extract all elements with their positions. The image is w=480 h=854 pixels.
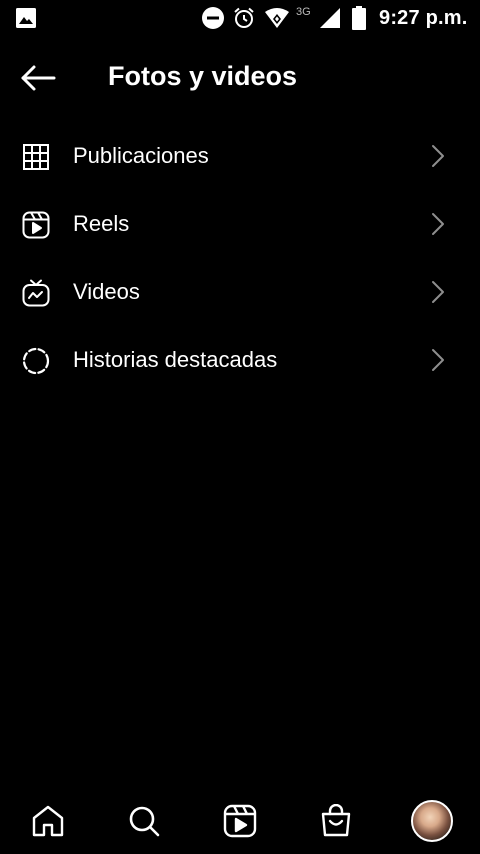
chevron-right-icon	[428, 348, 448, 372]
status-bar: 3G 9:27 p.m.	[0, 0, 480, 36]
search-icon	[129, 806, 160, 837]
chevron-right-icon	[428, 212, 448, 236]
wifi-icon	[264, 0, 290, 36]
nav-profile-button[interactable]	[402, 788, 462, 854]
igtv-icon	[22, 279, 50, 307]
menu-item-label: Historias destacadas	[73, 347, 278, 372]
shop-icon	[321, 804, 351, 837]
menu-item-label: Publicaciones	[73, 143, 209, 168]
menu-list: Publicaciones Reels Videos Historias des…	[0, 122, 480, 394]
header: Fotos y videos	[0, 48, 480, 108]
nav-shop-button[interactable]	[306, 788, 366, 854]
reels-icon	[22, 211, 50, 239]
chevron-right-icon	[428, 280, 448, 304]
avatar	[411, 800, 453, 842]
menu-item-videos[interactable]: Videos	[0, 258, 480, 326]
do-not-disturb-icon	[201, 0, 225, 36]
network-type-label: 3G	[296, 6, 311, 18]
alarm-icon	[232, 0, 256, 36]
grid-icon	[22, 143, 50, 171]
menu-item-label: Reels	[73, 211, 130, 236]
nav-search-button[interactable]	[114, 788, 174, 854]
battery-icon	[352, 0, 366, 36]
menu-item-publicaciones[interactable]: Publicaciones	[0, 122, 480, 190]
arrow-left-icon	[21, 65, 56, 91]
menu-item-reels[interactable]: Reels	[0, 190, 480, 258]
page-title: Fotos y videos	[108, 61, 298, 91]
menu-item-historias-destacadas[interactable]: Historias destacadas	[0, 326, 480, 394]
nav-reels-button[interactable]	[210, 788, 270, 854]
signal-icon	[319, 0, 341, 36]
chevron-right-icon	[428, 144, 448, 168]
gallery-notification-icon	[16, 0, 36, 36]
menu-item-label: Videos	[73, 279, 140, 304]
nav-home-button[interactable]	[18, 788, 78, 854]
home-icon	[32, 805, 64, 837]
reels-icon	[223, 804, 257, 838]
bottom-nav	[0, 788, 480, 854]
status-time: 9:27 p.m.	[379, 6, 468, 29]
highlights-icon	[22, 347, 50, 375]
back-button[interactable]	[20, 60, 64, 96]
